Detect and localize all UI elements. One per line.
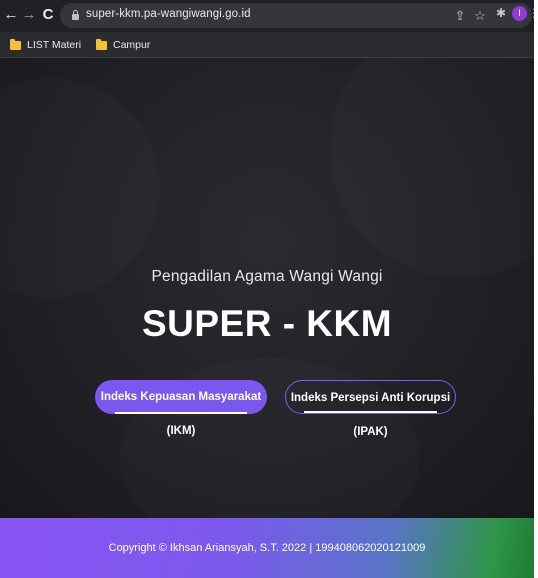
background-shape	[330, 58, 534, 278]
star-icon[interactable]: ☆	[473, 8, 487, 24]
lock-icon[interactable]	[72, 10, 79, 20]
bookmark-campur[interactable]: Campur	[96, 37, 150, 53]
button-underline	[115, 412, 247, 414]
profile-avatar[interactable]: I	[512, 6, 527, 21]
ikm-button[interactable]: Indeks Kepuasan Masyarakat (IKM)	[95, 380, 267, 437]
button-underline	[304, 411, 437, 413]
background-shape	[0, 78, 160, 298]
page-subtitle: Pengadilan Agama Wangi Wangi	[151, 268, 383, 285]
back-arrow-icon[interactable]: ←	[2, 6, 20, 24]
forward-arrow-icon[interactable]: →	[20, 6, 38, 24]
footer-copyright: Copyright © Ikhsan Ariansyah, S.T. 2022 …	[108, 542, 426, 554]
folder-icon	[10, 38, 21, 50]
window-edge	[534, 0, 538, 578]
address-bar[interactable]: super-kkm.pa-wangiwangi.go.id ⇪ ☆	[60, 3, 532, 28]
share-icon[interactable]: ⇪	[453, 8, 467, 24]
bookmark-label: LIST Materi	[27, 39, 82, 51]
browser-window: ← → C super-kkm.pa-wangiwangi.go.id ⇪ ☆ …	[0, 0, 534, 578]
page-content: Pengadilan Agama Wangi Wangi SUPER - KKM…	[0, 58, 534, 518]
bookmark-label: Campur	[113, 39, 151, 51]
page-title: SUPER - KKM	[141, 303, 393, 344]
extensions-icon[interactable]: ✱	[494, 5, 508, 21]
page-footer: Copyright © Ikhsan Ariansyah, S.T. 2022 …	[0, 518, 534, 578]
reload-icon[interactable]: C	[39, 6, 57, 24]
url-text[interactable]: super-kkm.pa-wangiwangi.go.id	[86, 8, 251, 20]
browser-toolbar: ← → C super-kkm.pa-wangiwangi.go.id ⇪ ☆ …	[0, 0, 534, 32]
bookmarks-bar: LIST Materi Campur	[0, 32, 534, 58]
folder-icon	[96, 38, 107, 50]
ipak-button[interactable]: Indeks Persepsi Anti Korupsi (IPAK)	[285, 380, 456, 438]
bookmark-list-materi[interactable]: LIST Materi	[10, 37, 81, 53]
